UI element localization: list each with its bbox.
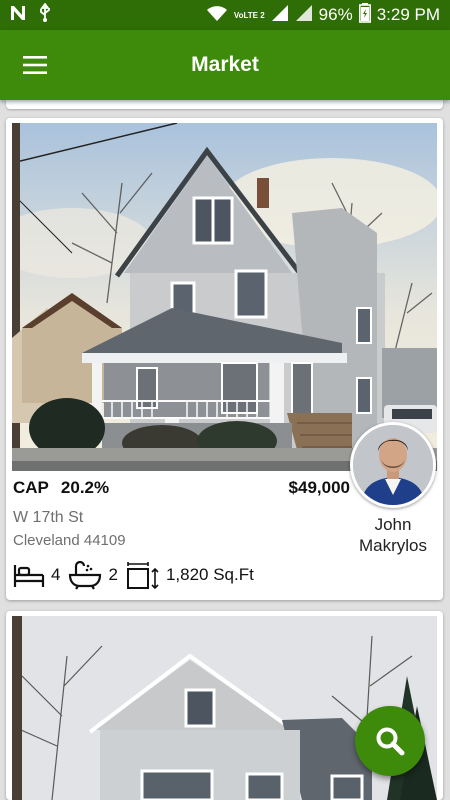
hamburger-menu-icon — [23, 56, 47, 74]
listing-price: $49,000 — [288, 478, 350, 497]
agent-avatar[interactable] — [350, 422, 436, 508]
previous-listing-card[interactable] — [6, 100, 443, 109]
cap-rate: CAP 20.2% — [13, 478, 109, 498]
property-photo[interactable] — [12, 616, 437, 800]
app-bar: Market — [0, 30, 450, 100]
signal-icon-2 — [295, 4, 313, 27]
bathtub-icon — [69, 560, 102, 590]
cap-label: CAP — [13, 478, 49, 497]
status-bar: VoLTE 2 96% 3:29 PM — [0, 0, 450, 30]
listing-card[interactable]: John Makrylos CAP 20.2% $49,000 W 17th St… — [6, 118, 443, 600]
agent-first-name: John — [374, 515, 412, 534]
search-fab[interactable] — [355, 706, 425, 776]
area-icon — [126, 562, 159, 590]
agent-name[interactable]: John Makrylos — [343, 514, 443, 556]
floor-area: 1,820 Sq.Ft — [126, 560, 254, 590]
usb-icon — [38, 1, 52, 28]
listing-features: 4 2 1,820 Sq.Ft — [13, 560, 262, 590]
bed-icon — [13, 565, 45, 587]
search-icon — [376, 727, 405, 756]
clock: 3:29 PM — [376, 5, 440, 24]
cap-value: 20.2% — [60, 478, 110, 497]
area-value: 1,820 Sq.Ft — [165, 565, 254, 584]
network-label: VoLTE 2 — [233, 10, 265, 20]
listing-street: W 17th St — [13, 509, 84, 526]
menu-button[interactable] — [0, 30, 70, 100]
battery-percent: 96% — [318, 5, 353, 24]
battery-icon — [358, 2, 371, 28]
bathrooms: 2 — [68, 560, 118, 590]
property-photo[interactable] — [12, 123, 437, 471]
bathrooms-count: 2 — [108, 565, 118, 584]
bedrooms-count: 4 — [51, 565, 61, 584]
n-notification-icon — [10, 5, 28, 26]
wifi-icon — [206, 4, 228, 27]
agent-last-name: Makrylos — [358, 536, 427, 555]
listing-city: Cleveland 44109 — [13, 532, 126, 549]
signal-icon — [271, 4, 289, 27]
bedrooms: 4 — [13, 561, 60, 589]
